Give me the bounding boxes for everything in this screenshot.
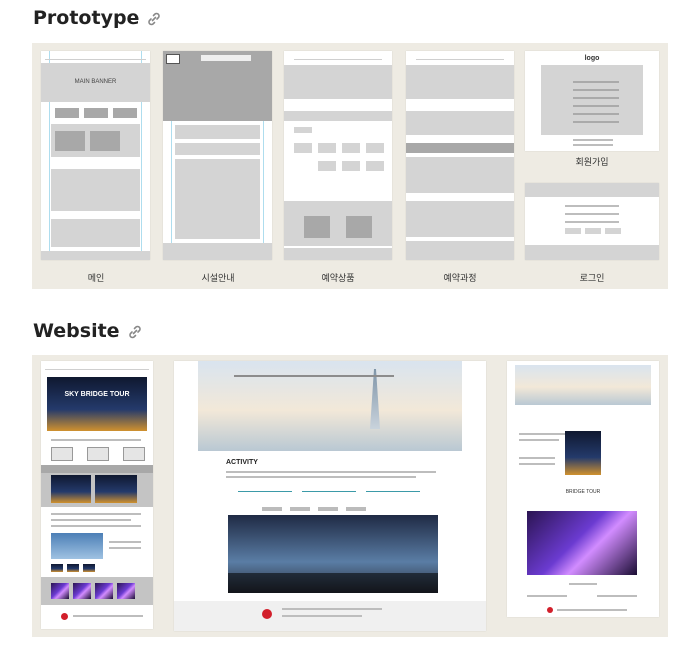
caption-facility: 시설안내 [201,274,235,284]
website-heading: Website [33,320,143,342]
caption-login: 로그인 [579,274,605,284]
website-title: Website [33,320,120,342]
prototype-products-frame[interactable] [284,51,392,260]
prototype-booking-frame[interactable] [406,51,514,260]
prototype-login-frame[interactable] [525,183,659,260]
website-panel: SKY BRIDGE TOUR ACTIVITY BRIDGE TOUR [32,355,668,637]
website-desktop-frame[interactable]: ACTIVITY [174,361,486,631]
sky-bridge-title: SKY BRIDGE TOUR [64,391,130,398]
prototype-main-frame[interactable]: MAIN BANNER [41,51,150,260]
activity-title: ACTIVITY [226,459,258,466]
prototype-title: Prototype [33,7,140,29]
prototype-panel: MAIN BANNER 메인 시설안내 예약상품 예약과정 logo 회원가입 … [32,43,668,289]
prototype-signup-frame[interactable]: logo [525,51,659,151]
prototype-heading: Prototype [33,7,162,29]
website-tablet-frame[interactable]: BRIDGE TOUR [507,361,659,617]
prototype-facility-frame[interactable] [163,51,272,260]
caption-products: 예약상품 [321,274,355,284]
caption-booking: 예약과정 [443,274,477,284]
main-banner-label: MAIN BANNER [74,79,117,85]
caption-main: 메인 [87,274,105,284]
website-mobile-frame[interactable]: SKY BRIDGE TOUR [41,361,153,629]
bridge-tour-label: BRIDGE TOUR [565,489,601,495]
link-icon[interactable] [146,10,162,26]
link-icon[interactable] [127,323,143,339]
login-logo-label: logo [584,55,600,62]
caption-signup: 회원가입 [575,158,609,168]
